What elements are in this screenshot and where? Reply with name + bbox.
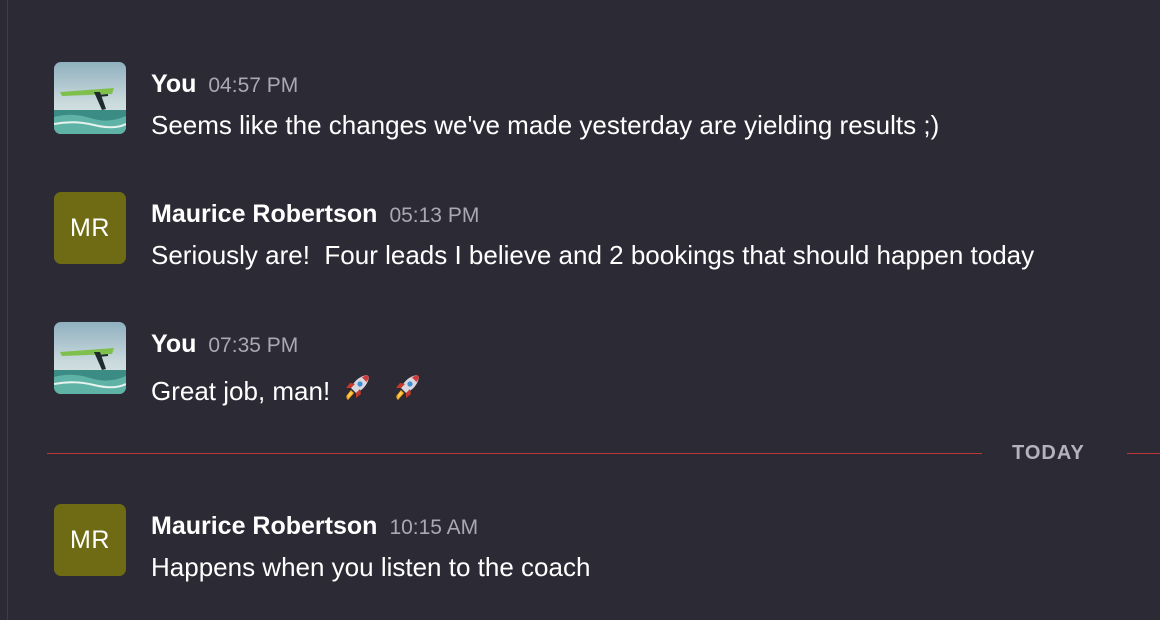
message-header: You 07:35 PM [151,330,298,359]
author-name[interactable]: You [151,70,196,98]
avatar[interactable] [54,322,126,394]
timestamp: 07:35 PM [208,334,299,357]
avatar[interactable] [54,62,126,134]
avatar[interactable]: MR [54,504,126,576]
divider-label: TODAY [1012,442,1085,464]
rocket-icon [340,370,374,404]
timestamp: 05:13 PM [389,204,480,227]
author-name[interactable]: Maurice Robertson [151,200,377,228]
message-item: MR Maurice Robertson 05:13 PM Seriously a… [54,192,1154,272]
day-divider: TODAY [47,440,1160,468]
message-item: You 04:57 PM Seems like the changes we've… [54,62,1154,142]
avatar-initials: MR [70,214,110,242]
message-header: Maurice Robertson 10:15 AM [151,512,478,541]
avatar[interactable]: MR [54,192,126,264]
message-item: You 07:35 PM Great job, man! [54,322,1154,406]
windsurfer-photo [54,62,126,134]
message-header: You 04:57 PM [151,70,298,99]
author-name[interactable]: Maurice Robertson [151,512,377,540]
divider-line [1127,453,1160,454]
author-name[interactable]: You [151,330,196,358]
timestamp: 10:15 AM [389,516,479,539]
message-text-row: Great job, man! [151,370,424,407]
chat-message-list: You 04:57 PM Seems like the changes we've… [0,0,1160,620]
divider-line [47,453,982,454]
message-item: MR Maurice Robertson 10:15 AM Happens whe… [54,504,1154,584]
message-text: Seriously are! Four leads I believe and … [151,240,1035,270]
avatar-initials: MR [70,526,110,554]
message-text: Great job, man! [151,376,331,406]
rocket-icon [390,370,424,404]
message-text: Seems like the changes we've made yester… [151,110,940,140]
windsurfer-photo [54,322,126,394]
timestamp: 04:57 PM [208,74,299,97]
message-text: Happens when you listen to the coach [151,552,591,582]
message-header: Maurice Robertson 05:13 PM [151,200,479,229]
